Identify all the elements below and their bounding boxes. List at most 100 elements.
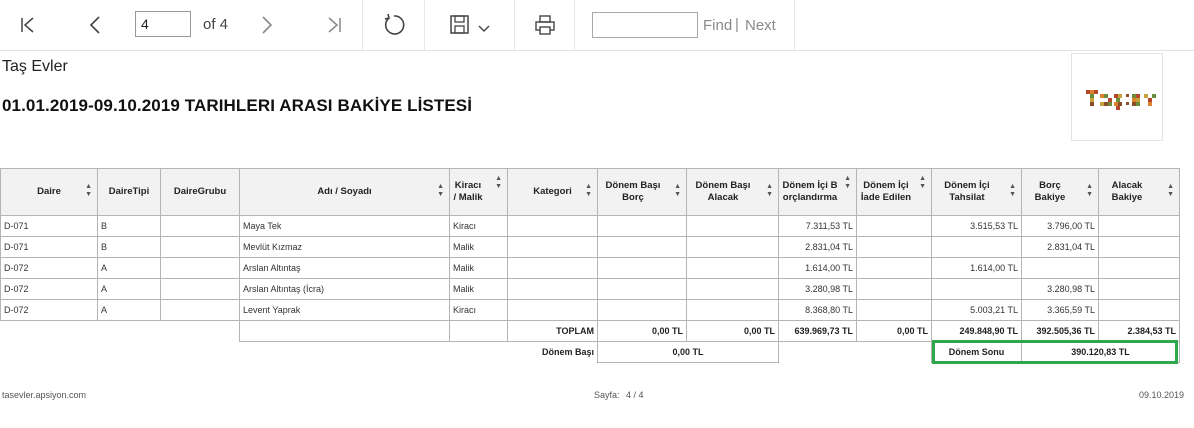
table-cell (931, 278, 1022, 300)
table-cell: Kiracı (449, 299, 508, 321)
table-cell (856, 236, 932, 258)
table-row: D-071 B Maya Tek Kiracı 7.311,53 TL 3.515,53 … (0, 215, 1180, 237)
table-cell: 1.614,00 TL (778, 257, 857, 279)
table-cell: B (97, 215, 161, 237)
table-row: D-072 A Arslan Altıntaş (İcra) Malik 3.280,9… (0, 278, 1180, 300)
refresh-icon[interactable] (376, 0, 412, 50)
table-row: D-072 A Levent Yaprak Kiracı 8.368,80 TL 5.00… (0, 299, 1180, 321)
table-cell: D-071 (0, 215, 98, 237)
column-header-label: Adı / Soyadı (317, 186, 372, 197)
table-cell (1098, 299, 1180, 321)
table-cell (160, 257, 240, 279)
table-cell (856, 215, 932, 237)
sort-icon[interactable]: ▲ ▼ (585, 183, 592, 199)
sort-icon[interactable]: ▲ ▼ (495, 175, 502, 191)
print-icon[interactable] (527, 0, 563, 50)
empty-cell (239, 320, 450, 342)
table-cell: D-072 (0, 257, 98, 279)
balance-table: Daire ▲ ▼ DaireTipi DaireGrubu Adı / Soyad… (0, 168, 1180, 363)
column-header[interactable]: Daire ▲ ▼ (0, 168, 98, 216)
sort-icon[interactable]: ▲ ▼ (1086, 183, 1093, 199)
table-cell: Kiracı (449, 215, 508, 237)
table-cell: 3.280,98 TL (778, 278, 857, 300)
column-header-label: Alacak Bakiye (1111, 180, 1143, 203)
column-header-label: Kategori (533, 186, 572, 197)
table-cell: 1.614,00 TL (931, 257, 1022, 279)
table-cell: D-071 (0, 236, 98, 258)
column-header-label: DaireGrubu (173, 186, 227, 197)
table-cell (597, 215, 687, 237)
table-cell (597, 257, 687, 279)
table-cell: A (97, 278, 161, 300)
sort-icon[interactable]: ▲ ▼ (766, 183, 773, 199)
column-header: DaireGrubu (160, 168, 240, 216)
last-page-icon[interactable] (316, 0, 352, 50)
sort-icon[interactable]: ▲ ▼ (674, 183, 681, 199)
table-cell: Arslan Altıntaş (239, 257, 450, 279)
sort-icon[interactable]: ▲ ▼ (919, 175, 926, 191)
empty-cell (160, 320, 240, 342)
table-cell (686, 257, 779, 279)
column-header[interactable]: Borç Bakiye ▲ ▼ (1021, 168, 1099, 216)
sort-icon[interactable]: ▲ ▼ (85, 183, 92, 199)
next-page-icon[interactable] (250, 0, 284, 50)
find-input[interactable] (592, 12, 698, 38)
column-header[interactable]: Alacak Bakiye ▲ ▼ (1098, 168, 1180, 216)
sort-icon[interactable]: ▲ ▼ (1167, 183, 1174, 199)
toolbar-divider (424, 0, 425, 50)
company-name: Taş Evler (2, 58, 68, 75)
column-header-label: Borç Bakiye (1034, 180, 1066, 203)
first-page-icon[interactable] (10, 0, 46, 50)
total-value: 0,00 TL (686, 320, 779, 342)
table-cell (160, 215, 240, 237)
column-header-label: Dönem İçi Tahsilat (944, 180, 990, 203)
toolbar-divider (514, 0, 515, 50)
table-cell (856, 299, 932, 321)
table-header-row: Daire ▲ ▼ DaireTipi DaireGrubu Adı / Soyad… (0, 168, 1180, 216)
column-header[interactable]: Kategori ▲ ▼ (507, 168, 598, 216)
find-link[interactable]: Find (703, 17, 732, 34)
column-header-label: Daire (37, 186, 61, 197)
toolbar-divider (362, 0, 363, 50)
column-header[interactable]: Adı / Soyadı ▲ ▼ (239, 168, 450, 216)
table-cell (856, 257, 932, 279)
empty-cell (98, 342, 161, 363)
period-start-value: 0,00 TL (597, 341, 779, 363)
empty-cell (1, 342, 98, 363)
toolbar-divider (794, 0, 795, 50)
table-cell: Malik (449, 257, 508, 279)
column-header-label: Dönem İçi İade Edilen (860, 180, 912, 203)
table-cell (1021, 257, 1099, 279)
table-cell: 3.796,00 TL (1021, 215, 1099, 237)
empty-cell (449, 320, 508, 342)
table-cell (1098, 236, 1180, 258)
sort-icon[interactable]: ▲ ▼ (437, 183, 444, 199)
table-cell: D-072 (0, 278, 98, 300)
table-cell (507, 278, 598, 300)
column-header[interactable]: Dönem İçi Tahsilat ▲ ▼ (931, 168, 1022, 216)
column-header[interactable]: Dönem Başı Alacak ▲ ▼ (686, 168, 779, 216)
table-cell (686, 215, 779, 237)
footer-site: tasevler.apsiyon.com (2, 390, 87, 400)
column-header[interactable]: Dönem Başı Borç ▲ ▼ (597, 168, 687, 216)
find-next-link[interactable]: Next (745, 17, 776, 34)
empty-cell (857, 342, 932, 363)
totals-row: TOPLAM 0,00 TL 0,00 TL 639.969,73 TL 0,0… (1, 320, 1180, 342)
empty-cell (98, 321, 161, 342)
table-cell (507, 236, 598, 258)
save-export-button[interactable] (444, 0, 496, 50)
footer-page-label: Sayfa: (594, 390, 620, 400)
sort-icon[interactable]: ▲ ▼ (1009, 183, 1016, 199)
table-cell: A (97, 299, 161, 321)
table-row: D-072 A Arslan Altıntaş Malik 1.614,00 TL 1.6… (0, 257, 1180, 279)
column-header[interactable]: Dönem İçi İade Edilen ▲ ▼ (856, 168, 932, 216)
report-title: 01.01.2019-09.10.2019 TARIHLERI ARASI BA… (2, 96, 473, 115)
table-cell (597, 236, 687, 258)
column-header[interactable]: Kiracı / Malik ▲ ▼ (449, 168, 508, 216)
page-number-input[interactable] (135, 11, 191, 37)
table-cell: 3.280,98 TL (1021, 278, 1099, 300)
table-cell: 2.831,04 TL (1021, 236, 1099, 258)
previous-page-icon[interactable] (78, 0, 112, 50)
column-header[interactable]: Dönem İçi Borçlandırma ▲ ▼ (778, 168, 857, 216)
sort-icon[interactable]: ▲ ▼ (844, 175, 851, 191)
